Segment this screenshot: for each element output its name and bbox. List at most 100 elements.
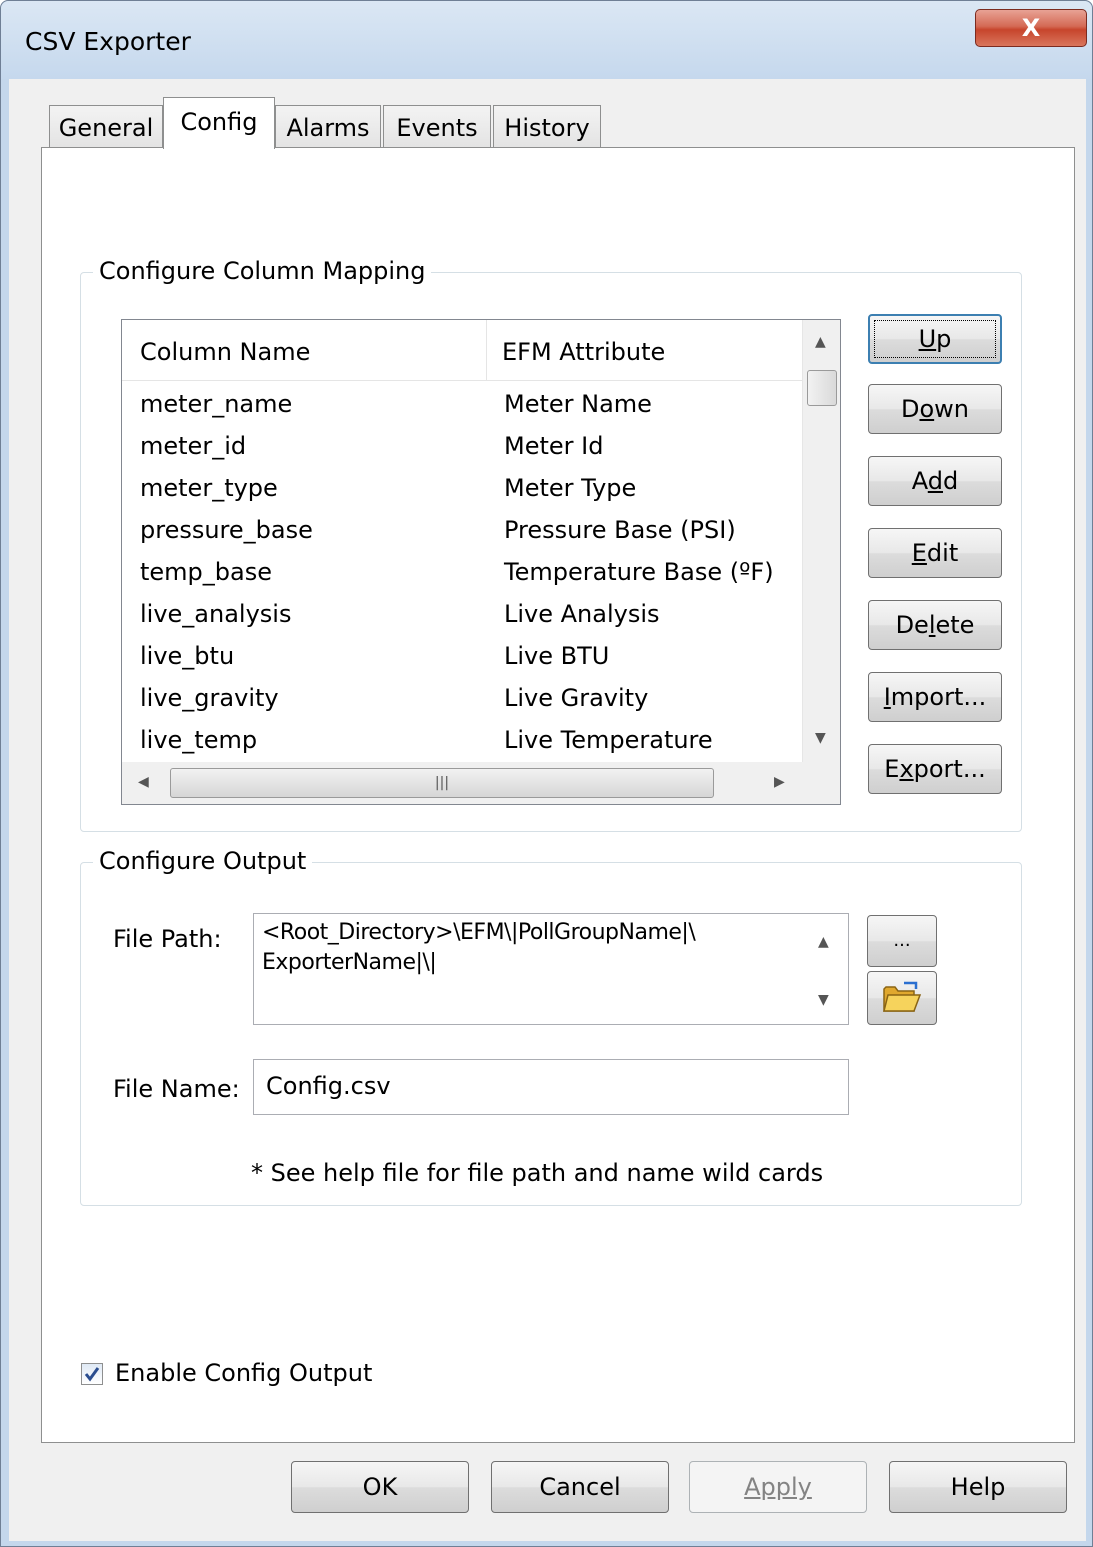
import-button-accelerator: I <box>883 683 891 711</box>
scroll-down-arrow-icon[interactable]: ▼ <box>815 730 826 746</box>
ok-button[interactable]: OK <box>291 1461 469 1513</box>
row-efm-attribute: Live BTU <box>504 642 610 670</box>
list-row[interactable]: meter_name Meter Name <box>122 386 802 428</box>
close-icon: X <box>1021 14 1041 42</box>
column-header-efm-attribute[interactable]: EFM Attribute <box>502 338 665 366</box>
tab-config[interactable]: Config <box>163 97 275 149</box>
row-efm-attribute: Meter Type <box>504 474 637 502</box>
import-button-label-rest: mport... <box>890 683 987 711</box>
export-button-label-rest: port... <box>913 755 986 783</box>
enable-config-output-label[interactable]: Enable Config Output <box>115 1359 372 1387</box>
list-row[interactable]: live_temp Live Temperature <box>122 722 802 764</box>
scroll-left-arrow-icon[interactable]: ◀ <box>138 774 149 790</box>
enable-config-output-checkbox[interactable] <box>81 1363 103 1385</box>
config-tab-panel: Configure Column Mapping Column Name EFM… <box>41 147 1075 1443</box>
list-header: Column Name EFM Attribute <box>122 320 802 381</box>
browse-folder-button[interactable] <box>867 971 937 1025</box>
row-efm-attribute: Meter Id <box>504 432 604 460</box>
insert-wildcard-button[interactable]: ... <box>867 915 937 967</box>
row-column-name: meter_name <box>140 390 293 418</box>
down-button-accelerator: o <box>919 395 935 423</box>
scrollbar-corner <box>802 762 840 804</box>
delete-button-label: De <box>895 611 929 639</box>
file-name-value: Config.csv <box>266 1072 391 1100</box>
row-column-name: pressure_base <box>140 516 313 544</box>
tab-general-label: General <box>58 114 154 142</box>
ok-button-label: OK <box>362 1473 398 1501</box>
export-button[interactable]: Export... <box>868 744 1002 794</box>
vertical-scroll-thumb[interactable] <box>807 370 837 406</box>
apply-button[interactable]: Apply <box>689 1461 867 1513</box>
title-bar[interactable]: CSV Exporter X <box>1 1 1092 79</box>
row-column-name: meter_type <box>140 474 278 502</box>
column-header-column-name[interactable]: Column Name <box>140 338 310 366</box>
row-column-name: meter_id <box>140 432 247 460</box>
insert-wildcard-label: ... <box>893 930 911 951</box>
file-name-field[interactable]: Config.csv <box>253 1059 849 1115</box>
file-name-label: File Name: <box>113 1075 240 1103</box>
row-column-name: live_analysis <box>140 600 292 628</box>
tab-config-label: Config <box>180 108 258 136</box>
down-button[interactable]: Down <box>868 384 1002 434</box>
down-button-label-rest: wn <box>934 395 969 423</box>
row-efm-attribute: Live Temperature <box>504 726 713 754</box>
focus-rectangle <box>874 320 996 358</box>
close-button[interactable]: X <box>975 9 1087 47</box>
down-button-label: D <box>900 395 920 423</box>
apply-button-label: Apply <box>744 1473 812 1501</box>
list-row[interactable]: live_btu Live BTU <box>122 638 802 680</box>
help-button-label: Help <box>950 1473 1006 1501</box>
add-button-accelerator: d <box>927 467 943 495</box>
tab-general[interactable]: General <box>49 105 163 149</box>
tab-history[interactable]: History <box>493 105 601 149</box>
list-row[interactable]: live_analysis Live Analysis <box>122 596 802 638</box>
tab-events[interactable]: Events <box>383 105 491 149</box>
row-efm-attribute: Live Analysis <box>504 600 660 628</box>
row-column-name: live_btu <box>140 642 235 670</box>
csv-exporter-window: CSV Exporter X General Config Alarms Eve… <box>0 0 1093 1547</box>
delete-button-label-rest: ete <box>935 611 975 639</box>
file-path-label: File Path: <box>113 925 222 953</box>
delete-button[interactable]: Delete <box>868 600 1002 650</box>
add-button[interactable]: Add <box>868 456 1002 506</box>
edit-button[interactable]: Edit <box>868 528 1002 578</box>
list-row[interactable]: meter_id Meter Id <box>122 428 802 470</box>
row-column-name: live_gravity <box>140 684 279 712</box>
tab-alarms[interactable]: Alarms <box>275 105 381 149</box>
scroll-up-arrow-icon[interactable]: ▲ <box>815 334 826 350</box>
tab-alarms-label: Alarms <box>286 114 370 142</box>
add-button-label: A <box>911 467 928 495</box>
file-path-field[interactable]: <Root_Directory>\EFM\|PollGroupName|\ Ex… <box>253 913 849 1025</box>
help-button[interactable]: Help <box>889 1461 1067 1513</box>
file-path-scrollbar[interactable]: ▲ ▼ <box>802 914 848 1024</box>
row-efm-attribute: Meter Name <box>504 390 652 418</box>
edit-button-label-rest: dit <box>926 539 959 567</box>
window-title: CSV Exporter <box>25 27 191 56</box>
dialog-client-area: General Config Alarms Events History Con… <box>9 79 1086 1541</box>
horizontal-scrollbar[interactable]: ◀ ||| ▶ <box>122 762 802 804</box>
import-button[interactable]: Import... <box>868 672 1002 722</box>
row-efm-attribute: Live Gravity <box>504 684 649 712</box>
cancel-button-label: Cancel <box>539 1473 621 1501</box>
scroll-right-arrow-icon[interactable]: ▶ <box>774 774 785 790</box>
list-row[interactable]: meter_type Meter Type <box>122 470 802 512</box>
vertical-scrollbar[interactable]: ▲ ▼ <box>802 320 840 762</box>
file-path-line-1: <Root_Directory>\EFM\|PollGroupName|\ <box>262 920 696 945</box>
row-efm-attribute: Temperature Base (ºF) <box>504 558 774 586</box>
horizontal-scroll-thumb[interactable]: ||| <box>170 768 714 798</box>
row-column-name: live_temp <box>140 726 258 754</box>
export-button-label: E <box>884 755 900 783</box>
cancel-button[interactable]: Cancel <box>491 1461 669 1513</box>
output-group-label: Configure Output <box>93 847 313 875</box>
column-divider[interactable] <box>486 320 487 380</box>
list-row[interactable]: pressure_base Pressure Base (PSI) <box>122 512 802 554</box>
list-row[interactable]: live_gravity Live Gravity <box>122 680 802 722</box>
column-mapping-list[interactable]: Column Name EFM Attribute meter_name Mete… <box>121 319 841 805</box>
tab-history-label: History <box>504 114 590 142</box>
file-path-scroll-up-icon[interactable]: ▲ <box>818 934 829 950</box>
list-row[interactable]: temp_base Temperature Base (ºF) <box>122 554 802 596</box>
up-button[interactable]: Up <box>868 314 1002 364</box>
add-button-label-rest: d <box>943 467 959 495</box>
file-path-line-2: ExporterName|\| <box>262 950 437 975</box>
file-path-scroll-down-icon[interactable]: ▼ <box>818 992 829 1008</box>
